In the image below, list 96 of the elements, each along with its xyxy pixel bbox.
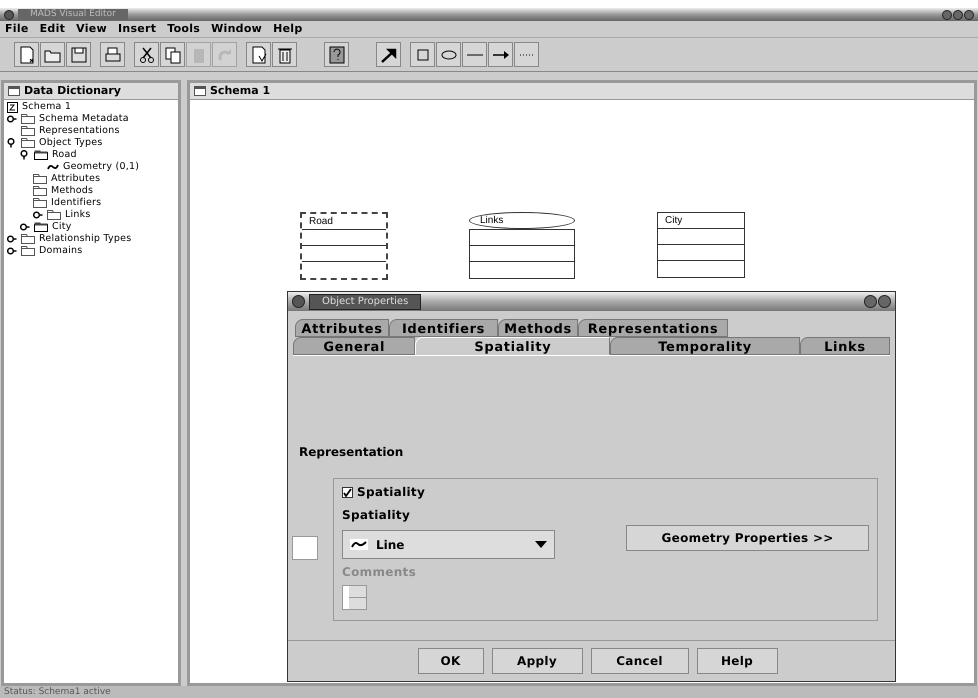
toolbar-button[interactable] — [160, 42, 185, 67]
printer-icon — [102, 44, 122, 64]
folder-icon — [21, 126, 35, 136]
dialog-button[interactable]: Apply — [492, 648, 582, 674]
comments-spinner[interactable] — [342, 585, 367, 610]
tree-item[interactable]: Identifiers — [51, 197, 102, 209]
line-geometry-icon — [350, 539, 368, 550]
menu-item[interactable]: Window — [211, 21, 262, 38]
folder-icon — [47, 210, 61, 220]
folder-icon — [33, 174, 47, 184]
tab[interactable]: Links — [800, 337, 890, 355]
dotted-line-icon — [520, 54, 534, 56]
tree-item[interactable]: Schema 1 — [22, 101, 72, 113]
tab[interactable]: Representations — [578, 319, 728, 337]
folder-icon — [21, 234, 35, 244]
toolbar-button[interactable] — [134, 42, 159, 67]
dialog-title: Object Properties — [309, 294, 422, 310]
tree-item[interactable]: Domains — [39, 245, 82, 257]
tab[interactable]: Methods — [498, 319, 578, 337]
collapsed-toggle-icon[interactable] — [20, 222, 30, 232]
node-label: City — [658, 213, 744, 229]
collapsed-toggle-icon[interactable] — [7, 234, 17, 244]
tree-item[interactable]: Links — [65, 209, 91, 221]
tree-item[interactable]: Attributes — [51, 173, 100, 185]
close-icon[interactable] — [292, 295, 305, 308]
dialog-button[interactable]: Help — [696, 648, 778, 674]
tree-item[interactable]: Schema Metadata — [39, 113, 129, 125]
toolbar-button[interactable] — [66, 42, 91, 67]
menu-item[interactable]: Edit — [40, 21, 66, 38]
node-label: Road — [302, 214, 386, 230]
line-icon — [466, 54, 482, 56]
toolbar-button[interactable] — [246, 42, 271, 67]
menu-item[interactable]: View — [76, 21, 107, 38]
schema-icon — [7, 102, 18, 112]
window-icon — [194, 86, 206, 96]
tree-item[interactable]: Relationship Types — [39, 233, 132, 245]
toolbar-button[interactable] — [14, 42, 39, 67]
close-icon[interactable] — [4, 10, 14, 20]
tab[interactable]: General — [293, 337, 416, 355]
copy-icon — [162, 44, 182, 64]
section-heading: Representation — [299, 444, 404, 461]
line-geometry-icon — [47, 163, 59, 171]
tab[interactable]: Temporality — [610, 337, 800, 355]
toolbar-button[interactable] — [410, 42, 435, 67]
tree-item[interactable]: Geometry (0,1) — [63, 161, 140, 173]
spacer-box — [292, 536, 318, 560]
dialog-button[interactable]: OK — [418, 648, 484, 674]
folder-icon — [34, 222, 48, 232]
expanded-toggle-icon[interactable] — [7, 138, 17, 148]
checkbox[interactable] — [342, 486, 353, 498]
window-controls-icon[interactable] — [864, 295, 891, 308]
dialog-button[interactable]: Cancel — [590, 648, 688, 674]
tab[interactable]: Spatiality — [415, 337, 610, 355]
folder-icon — [21, 138, 35, 148]
panel-title: Schema 1 — [210, 82, 270, 99]
toolbar-button[interactable] — [272, 42, 297, 67]
tree-item[interactable]: Methods — [51, 185, 94, 197]
toolbar-button[interactable] — [436, 42, 461, 67]
tab[interactable]: Attributes — [295, 319, 389, 337]
tree-item[interactable]: City — [52, 221, 72, 233]
menu-item[interactable]: Help — [273, 21, 303, 38]
toolbar-button[interactable] — [324, 42, 349, 67]
tab[interactable]: Identifiers — [389, 319, 498, 337]
menu-item[interactable]: Tools — [167, 21, 200, 38]
collapsed-toggle-icon[interactable] — [7, 114, 17, 124]
folder-icon — [21, 114, 35, 124]
folder-icon — [21, 246, 35, 256]
menu-item[interactable]: Insert — [118, 21, 156, 38]
toolbar-button[interactable] — [376, 42, 401, 67]
spatiality-dropdown[interactable]: Line — [342, 530, 556, 559]
tree-item[interactable]: Road — [52, 149, 77, 161]
toolbar-button[interactable] — [100, 42, 125, 67]
window-controls-icon[interactable] — [942, 10, 974, 20]
node-label: Links — [469, 212, 575, 229]
window-title: MADS Visual Editor — [18, 9, 128, 20]
checkbox-label[interactable]: Spatiality — [357, 483, 426, 501]
collapsed-toggle-icon[interactable] — [7, 246, 17, 256]
help-icon — [326, 44, 346, 64]
window-icon — [8, 86, 20, 96]
field-label: Spatiality — [342, 507, 412, 524]
collapsed-toggle-icon[interactable] — [33, 210, 43, 220]
caret-icon — [535, 541, 548, 548]
folder-icon — [33, 186, 47, 196]
folder-icon — [34, 150, 48, 160]
toolbar-button[interactable] — [462, 42, 487, 67]
comments-label: Comments — [342, 564, 418, 581]
toolbar-button[interactable] — [40, 42, 65, 67]
menu-item[interactable]: File — [5, 21, 29, 38]
status-bar: Status: Schema1 active — [0, 686, 978, 698]
panel-title: Data Dictionary — [24, 82, 121, 99]
tree-item[interactable]: Object Types — [39, 137, 103, 149]
tree-item[interactable]: Representations — [39, 125, 120, 137]
folder-icon — [33, 198, 47, 208]
geometry-properties-button[interactable]: Geometry Properties >> — [626, 525, 869, 551]
expanded-toggle-icon[interactable] — [20, 150, 30, 160]
toolbar-button[interactable] — [488, 42, 513, 67]
